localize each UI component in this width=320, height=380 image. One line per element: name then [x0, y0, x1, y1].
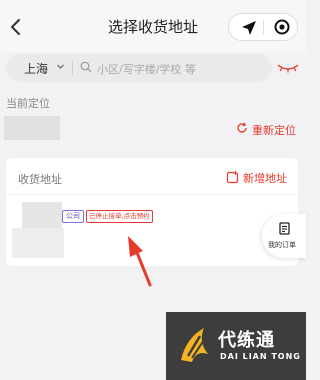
- address-tag-company: 公司: [62, 210, 84, 223]
- divider: [6, 194, 298, 195]
- eye-closed-icon[interactable]: [276, 62, 300, 74]
- chevron-down-icon: [57, 64, 64, 69]
- city-selector[interactable]: 上海: [24, 60, 48, 77]
- address-section-title: 收货地址: [18, 173, 62, 186]
- address-detail-blurred: [12, 228, 64, 258]
- top-bar: 选择收货地址: [0, 0, 306, 52]
- pill-divider: [263, 20, 264, 35]
- navigation-button[interactable]: [241, 20, 257, 40]
- address-name-blurred: [22, 202, 62, 228]
- refresh-icon[interactable]: [236, 122, 248, 134]
- search-input[interactable]: 小区/写字楼/学校 等: [97, 61, 196, 77]
- my-orders-label: 我的订单: [268, 241, 296, 249]
- watermark-subtitle: DAI LIAN TONG: [220, 352, 301, 361]
- search-bar[interactable]: 上海 小区/写字楼/学校 等: [6, 54, 272, 82]
- store-closed-badge[interactable]: 已停止接单,点击预约: [86, 210, 153, 223]
- search-icon: [80, 61, 92, 73]
- header-action-pill: [228, 13, 298, 41]
- target-button[interactable]: [274, 19, 290, 39]
- current-location-label: 当前定位: [6, 97, 50, 110]
- watermark: 代练通 DAI LIAN TONG: [166, 312, 306, 380]
- target-icon: [274, 19, 290, 35]
- address-card: 收货地址 新增地址 公司 已停止接单,点击预约: [6, 158, 298, 266]
- dailiantong-logo-icon: [181, 328, 208, 362]
- relocate-button[interactable]: 重新定位: [252, 122, 296, 138]
- order-list-icon: [279, 222, 290, 235]
- add-address-icon[interactable]: [226, 171, 239, 184]
- add-address-button[interactable]: 新增地址: [243, 170, 287, 186]
- current-location-value-blurred[interactable]: [4, 116, 60, 140]
- search-divider: [72, 61, 73, 75]
- my-orders-button[interactable]: 我的订单: [262, 214, 306, 258]
- navigation-arrow-icon: [242, 21, 256, 35]
- watermark-title: 代练通: [218, 330, 275, 351]
